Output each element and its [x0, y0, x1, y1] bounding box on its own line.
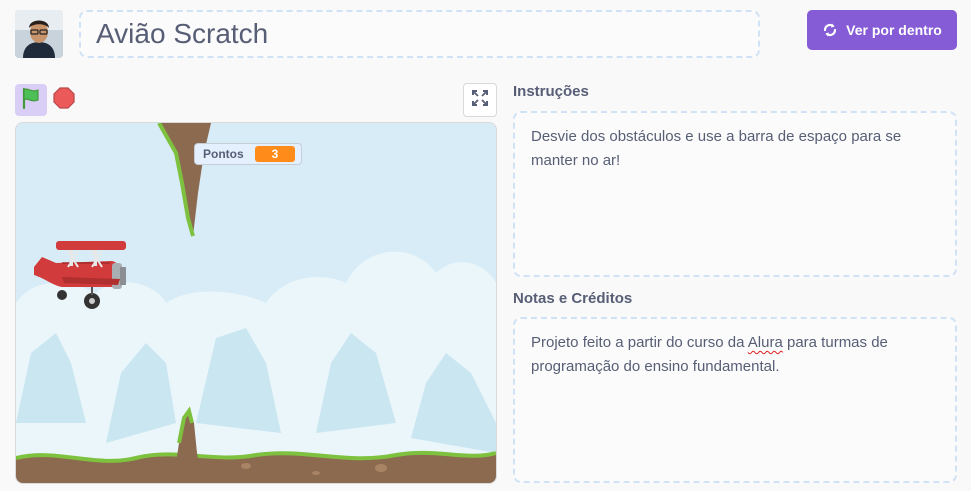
green-flag-icon: [19, 86, 43, 115]
score-monitor: Pontos 3: [194, 143, 302, 165]
fullscreen-button[interactable]: [463, 83, 497, 117]
see-inside-label: Ver por dentro: [846, 22, 942, 38]
instructions-text: Desvie dos obstáculos e use a barra de e…: [531, 128, 902, 169]
instructions-textarea[interactable]: Desvie dos obstáculos e use a barra de e…: [513, 111, 957, 277]
notes-text-underlined: Alura: [747, 334, 783, 351]
green-flag-button[interactable]: [15, 84, 47, 116]
notes-heading: Notas e Créditos: [513, 290, 633, 307]
stop-button[interactable]: [52, 86, 76, 114]
notes-textarea[interactable]: Projeto feito a partir do curso da Alura…: [513, 317, 957, 483]
see-inside-icon: [822, 22, 838, 38]
score-monitor-label: Pontos: [203, 147, 244, 161]
score-monitor-value: 3: [255, 146, 295, 162]
fullscreen-icon: [472, 89, 488, 111]
stop-icon: [53, 86, 75, 114]
avatar[interactable]: [15, 10, 63, 58]
see-inside-button[interactable]: Ver por dentro: [807, 10, 957, 50]
project-title-input[interactable]: [79, 10, 760, 58]
game-stage[interactable]: Pontos 3: [15, 122, 497, 484]
instructions-heading: Instruções: [513, 83, 589, 100]
notes-text-before: Projeto feito a partir do curso da: [531, 334, 748, 351]
